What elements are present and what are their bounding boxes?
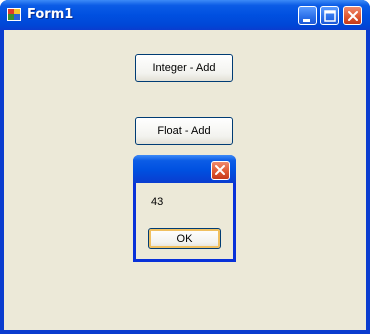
- float-add-button[interactable]: Float - Add: [135, 117, 233, 145]
- minimize-button[interactable]: [298, 6, 317, 25]
- minimize-icon: [303, 19, 310, 22]
- integer-add-button[interactable]: Integer - Add: [135, 54, 233, 82]
- form-icon: [7, 8, 21, 21]
- maximize-icon: [324, 10, 336, 22]
- ok-button[interactable]: OK: [148, 228, 221, 249]
- close-icon: [215, 165, 225, 175]
- close-button[interactable]: [343, 6, 362, 25]
- title-bar[interactable]: Form1: [0, 0, 370, 30]
- message-text: 43: [151, 196, 164, 208]
- maximize-button[interactable]: [320, 6, 339, 25]
- window-title: Form1: [27, 7, 74, 22]
- message-box-close-button[interactable]: [211, 161, 230, 180]
- message-box-title-bar[interactable]: [133, 155, 236, 183]
- message-box-dialog: 43 OK: [133, 155, 236, 262]
- message-box-body: 43 OK: [136, 183, 233, 259]
- close-icon: [348, 11, 358, 21]
